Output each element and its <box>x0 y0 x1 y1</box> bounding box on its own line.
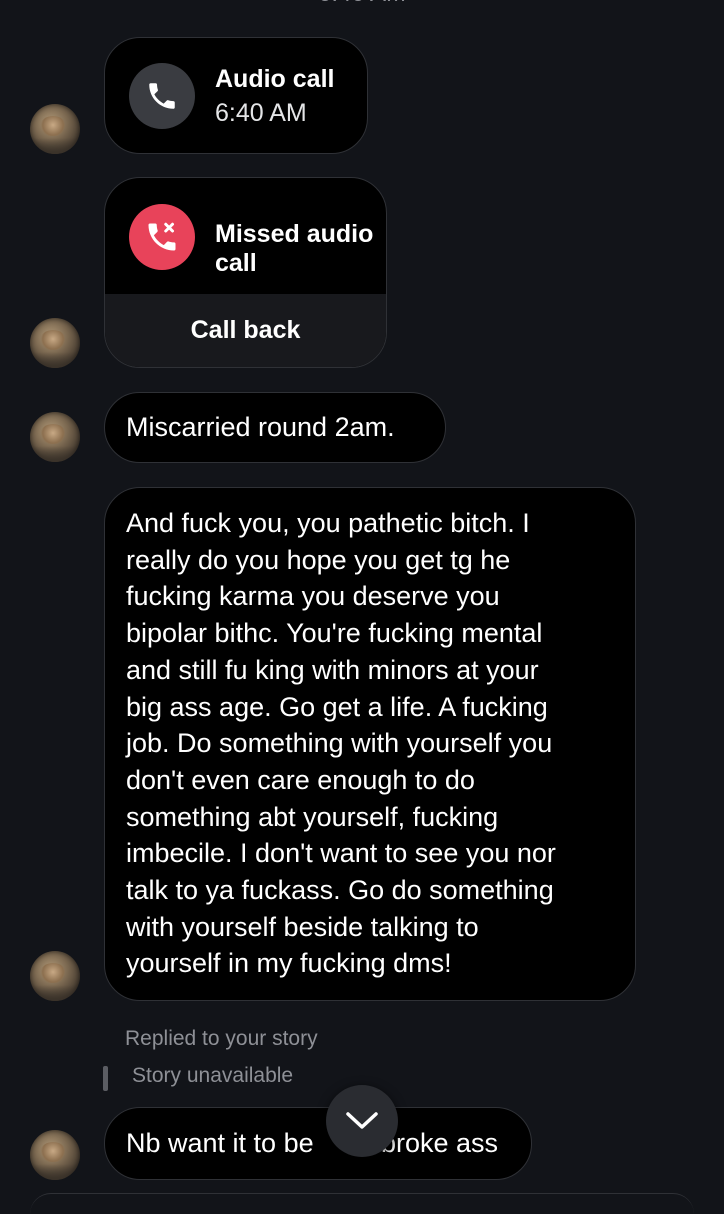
next-message-edge <box>30 1193 694 1214</box>
audio-call-card[interactable]: Audio call 6:40 AM <box>104 37 368 154</box>
top-timestamp: 6:40 AM <box>0 0 724 8</box>
message-line: with yourself beside talking to <box>126 911 479 942</box>
story-unavailable-text: Story unavailable <box>132 1064 294 1087</box>
message-line: and still fu king with minors at your <box>126 654 539 685</box>
message-line: And fuck you, you pathetic bitch. I <box>126 508 530 538</box>
message-bubble[interactable]: And fuck you, you pathetic bitch. I real… <box>104 487 636 1001</box>
message-line: bipolar bithc. You're fucking mental <box>126 618 543 649</box>
missed-call-title: Missed audio call <box>215 220 374 277</box>
avatar[interactable] <box>30 1130 80 1180</box>
avatar[interactable] <box>30 318 80 368</box>
missed-call-icon <box>129 204 195 270</box>
message-line: something abt yourself, fucking <box>126 801 499 832</box>
message-line: big ass age. Go get a life. A fucking <box>126 691 548 722</box>
message-text: Miscarried round 2am. <box>126 412 395 442</box>
avatar[interactable] <box>30 104 80 154</box>
missed-call-card[interactable]: Missed audio call Call back <box>104 177 387 368</box>
message-text: And fuck you, you pathetic bitch. I real… <box>126 505 556 982</box>
message-bubble[interactable]: Nb want it to be broke ass <box>104 1107 532 1180</box>
message-bubble[interactable]: Miscarried round 2am. <box>104 392 446 463</box>
call-back-button[interactable]: Call back <box>105 294 386 367</box>
audio-call-time: 6:40 AM <box>215 99 307 127</box>
message-text-right: broke ass <box>381 1128 499 1158</box>
message-line: job. Do something with yourself you <box>126 728 553 759</box>
phone-icon <box>129 63 195 129</box>
audio-call-title: Audio call <box>215 65 335 93</box>
replied-to-story-label: Replied to your story <box>125 1027 318 1050</box>
scroll-to-bottom-button[interactable] <box>326 1085 398 1157</box>
message-line: don't even care enough to do <box>126 764 475 795</box>
message-line: fucking karma you deserve you <box>126 581 500 612</box>
message-line: really do you hope you get tg he <box>126 544 511 575</box>
message-line: yourself in my fucking dms! <box>126 948 452 979</box>
chevron-down-icon <box>346 1112 378 1129</box>
avatar[interactable] <box>30 412 80 462</box>
reply-indicator-bar <box>103 1066 108 1091</box>
message-line: imbecile. I don't want to see you nor <box>126 838 556 869</box>
avatar[interactable] <box>30 951 80 1001</box>
message-text-left: Nb want it to be <box>126 1128 314 1158</box>
message-line: talk to ya fuckass. Go do something <box>126 875 554 906</box>
